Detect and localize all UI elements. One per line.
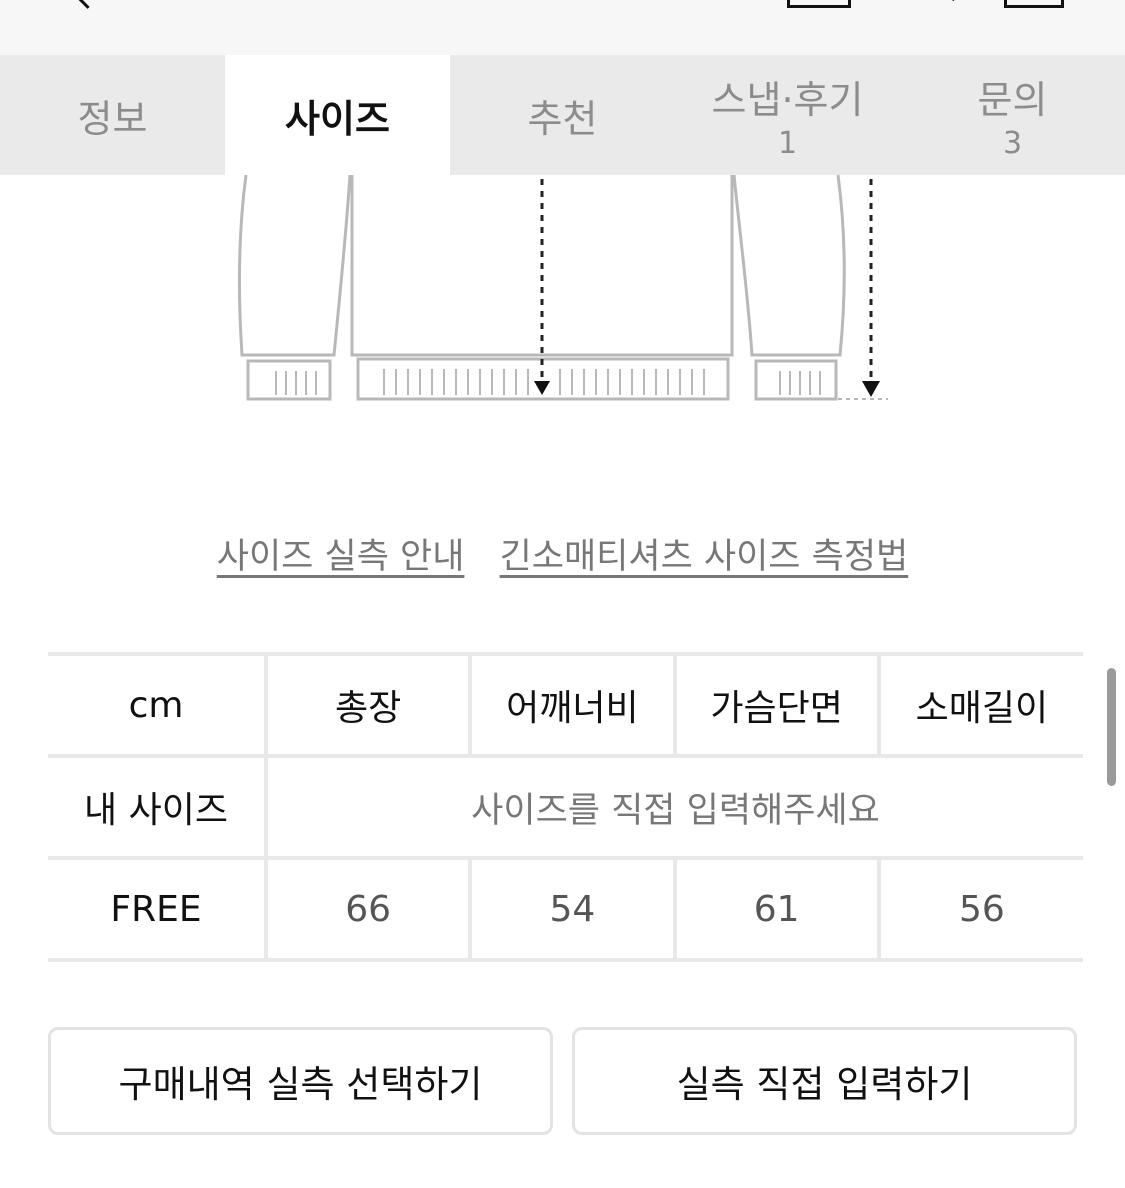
tab-label: 사이즈 bbox=[285, 96, 390, 141]
tab-label: 스냅·후기 bbox=[711, 78, 864, 122]
tab-snap-review[interactable]: 스냅·후기 1 bbox=[675, 55, 900, 175]
tab-recommend[interactable]: 추천 bbox=[450, 55, 675, 175]
scrollbar[interactable] bbox=[1107, 668, 1116, 786]
table-row: FREE 66 54 61 56 bbox=[48, 856, 1083, 962]
cart-icon[interactable] bbox=[1004, 0, 1064, 8]
search-icon[interactable] bbox=[922, 0, 962, 8]
my-size-label: 내 사이즈 bbox=[48, 754, 268, 858]
tab-size[interactable]: 사이즈 bbox=[225, 55, 450, 175]
table-header-row: cm 총장 어깨너비 가슴단면 소매길이 bbox=[48, 652, 1083, 758]
tab-inquiry[interactable]: 문의 3 bbox=[900, 55, 1125, 175]
my-size-input[interactable]: 사이즈를 직접 입력해주세요 bbox=[266, 754, 1083, 858]
tab-count: 3 bbox=[1002, 126, 1023, 161]
size-value: 54 bbox=[470, 856, 677, 962]
product-tabs: 정보 사이즈 추천 스냅·후기 1 문의 3 bbox=[0, 55, 1125, 175]
home-icon[interactable] bbox=[787, 0, 851, 8]
tab-label: 문의 bbox=[977, 78, 1048, 122]
column-header: 총장 bbox=[266, 652, 473, 758]
size-guide-links: 사이즈 실측 안내 긴소매티셔츠 사이즈 측정법 bbox=[0, 528, 1125, 579]
app-bar bbox=[0, 0, 1125, 55]
column-header: 소매길이 bbox=[878, 652, 1083, 758]
size-name: FREE bbox=[48, 856, 268, 962]
purchase-history-size-button[interactable]: 구매내역 실측 선택하기 bbox=[48, 1027, 553, 1135]
size-table: cm 총장 어깨너비 가슴단면 소매길이 내 사이즈 사이즈를 직접 입력해주세… bbox=[48, 652, 1083, 962]
size-value: 66 bbox=[266, 856, 473, 962]
size-value: 56 bbox=[878, 856, 1083, 962]
tab-label: 정보 bbox=[77, 96, 148, 141]
column-header: 어깨너비 bbox=[470, 652, 677, 758]
tab-label: 추천 bbox=[527, 96, 598, 141]
my-size-row[interactable]: 내 사이즈 사이즈를 직접 입력해주세요 bbox=[48, 754, 1083, 858]
size-info-link[interactable]: 사이즈 실측 안내 bbox=[217, 537, 465, 577]
measure-method-link[interactable]: 긴소매티셔츠 사이즈 측정법 bbox=[500, 537, 909, 577]
unit-label: cm bbox=[48, 652, 268, 758]
back-icon[interactable] bbox=[70, 0, 100, 8]
size-value: 61 bbox=[674, 856, 881, 962]
tab-count: 1 bbox=[777, 126, 798, 161]
tab-info[interactable]: 정보 bbox=[0, 55, 225, 175]
direct-input-size-button[interactable]: 실측 직접 입력하기 bbox=[572, 1027, 1077, 1135]
column-header: 가슴단면 bbox=[674, 652, 881, 758]
garment-measure-illustration bbox=[237, 175, 888, 401]
